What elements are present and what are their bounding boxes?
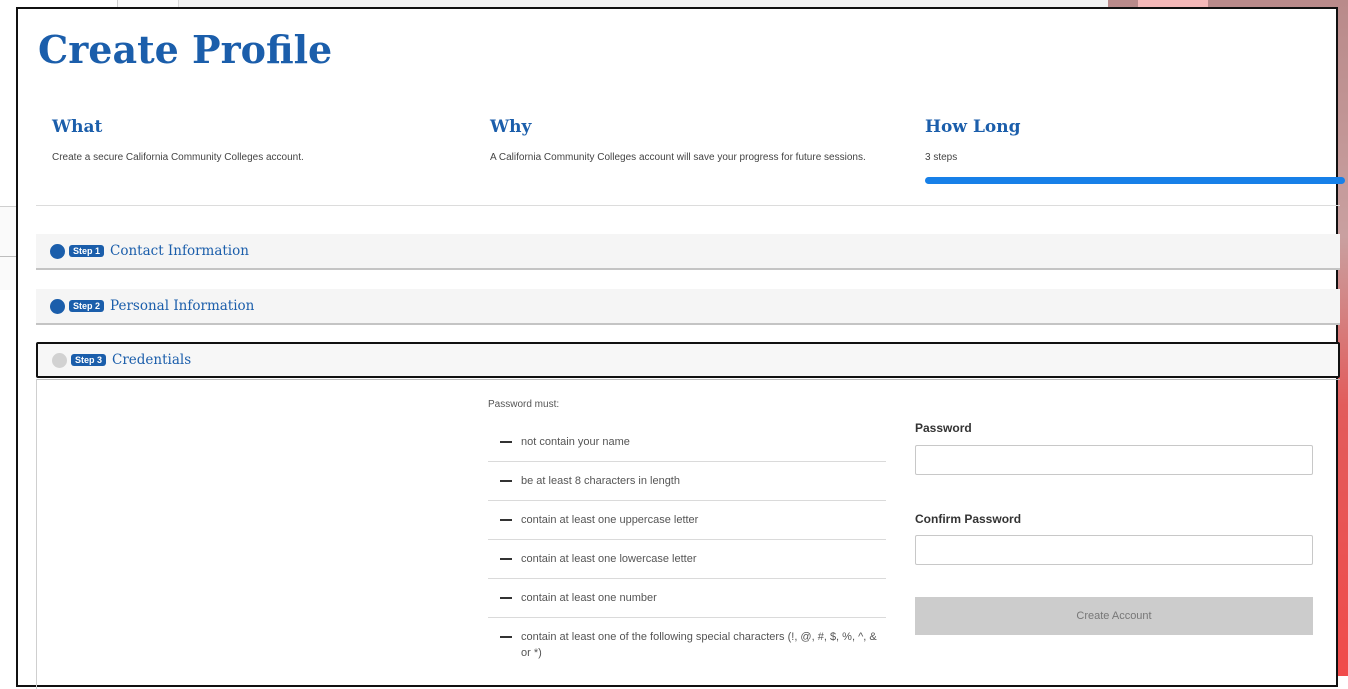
password-rule: not contain your name (488, 423, 886, 462)
password-rule-text: be at least 8 characters in length (521, 475, 680, 487)
create-profile-window: Create Profile What Create a secure Cali… (16, 7, 1345, 689)
step-badge: Step 2 (69, 300, 105, 312)
create-account-button[interactable]: Create Account (915, 597, 1313, 635)
page-title: Create Profile (38, 27, 333, 72)
password-rule-text: contain at least one lowercase letter (521, 553, 697, 565)
step-complete-icon (50, 243, 65, 259)
password-rule-text: contain at least one of the following sp… (521, 631, 877, 659)
step-personal-information[interactable]: Step 2 Personal Information (36, 289, 1340, 325)
password-rule-text: contain at least one number (521, 592, 657, 604)
password-rule-text: contain at least one uppercase letter (521, 514, 699, 526)
info-why: Why A California Community Colleges acco… (490, 117, 890, 166)
password-rule: contain at least one number (488, 579, 886, 618)
info-how-long-text: 3 steps (925, 152, 958, 163)
password-rule: contain at least one uppercase letter (488, 501, 886, 540)
confirm-password-field[interactable] (915, 535, 1313, 565)
info-what-heading: What (52, 117, 103, 137)
step-pending-icon (52, 352, 67, 368)
step-badge: Step 3 (71, 354, 107, 366)
section-divider (36, 205, 1340, 206)
step-title: Contact Information (110, 243, 249, 259)
info-why-text: A California Community Colleges account … (490, 152, 866, 163)
password-rules-list: not contain your name be at least 8 char… (488, 423, 886, 672)
info-what-text: Create a secure California Community Col… (52, 152, 304, 163)
password-label: Password (915, 421, 972, 435)
dash-icon (500, 636, 512, 638)
dash-icon (500, 597, 512, 599)
password-rule: be at least 8 characters in length (488, 462, 886, 501)
password-field[interactable] (915, 445, 1313, 475)
credentials-panel-border (36, 379, 1340, 380)
password-rules-heading: Password must: (488, 399, 560, 410)
info-how-long-heading: How Long (925, 117, 1021, 137)
step-title: Personal Information (110, 298, 255, 314)
password-rule: contain at least one of the following sp… (488, 618, 886, 672)
dash-icon (500, 519, 512, 521)
info-what: What Create a secure California Communit… (52, 117, 452, 166)
dash-icon (500, 558, 512, 560)
dash-icon (500, 441, 512, 443)
password-rule-text: not contain your name (521, 436, 630, 448)
confirm-password-label: Confirm Password (915, 512, 1022, 526)
dash-icon (500, 480, 512, 482)
password-rule: contain at least one lowercase letter (488, 540, 886, 579)
step-credentials[interactable]: Step 3 Credentials (36, 342, 1340, 378)
info-why-heading: Why (490, 117, 532, 137)
step-title: Credentials (112, 352, 192, 368)
step-complete-icon (50, 298, 65, 314)
credentials-panel-border-left (36, 379, 37, 689)
progress-bar (925, 177, 1345, 184)
info-how-long: How Long 3 steps (925, 117, 1325, 166)
step-badge: Step 1 (69, 245, 105, 257)
step-contact-information[interactable]: Step 1 Contact Information (36, 234, 1340, 270)
